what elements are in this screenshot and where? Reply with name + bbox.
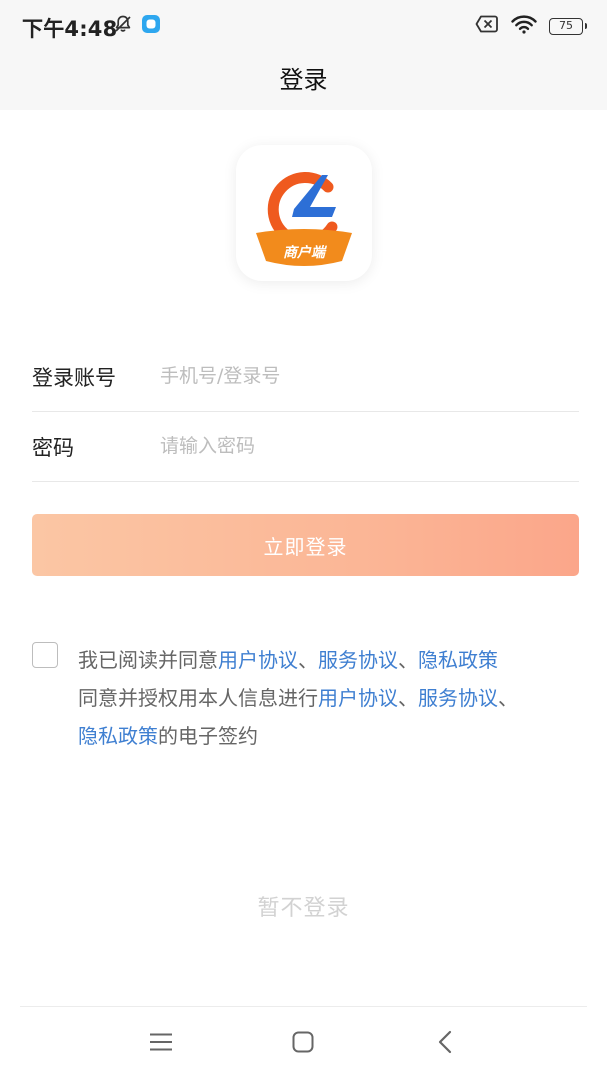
home-button[interactable] <box>283 1027 323 1061</box>
account-row: 登录账号 <box>32 342 579 412</box>
battery-icon: 75 <box>549 17 587 35</box>
app-notification-icon <box>141 14 161 38</box>
battery-level: 75 <box>559 18 573 32</box>
bell-off-icon <box>113 14 133 38</box>
service-agreement-link[interactable]: 服务协议 <box>318 648 398 672</box>
status-icons-right: 75 <box>475 14 587 38</box>
agreement-prefix: 我已阅读并同意 <box>78 648 218 672</box>
privacy-policy-link[interactable]: 隐私政策 <box>418 648 498 672</box>
password-row: 密码 <box>32 412 579 482</box>
back-button[interactable] <box>425 1027 465 1061</box>
service-agreement-link-2[interactable]: 服务协议 <box>418 686 498 710</box>
user-agreement-link[interactable]: 用户协议 <box>218 648 298 672</box>
password-input[interactable] <box>160 426 570 466</box>
agreement-text: 我已阅读并同意用户协议、服务协议、隐私政策 同意并授权用本人信息进行用户协议、服务… <box>78 641 578 755</box>
agreement-checkbox[interactable] <box>32 642 58 668</box>
agreement-separator: 、 <box>498 686 518 710</box>
privacy-policy-link-2[interactable]: 隐私政策 <box>78 724 158 748</box>
home-square-icon <box>292 1031 314 1057</box>
password-label: 密码 <box>32 436 74 460</box>
wifi-icon <box>511 14 537 38</box>
page-title: 登录 <box>279 66 328 94</box>
merchant-logo-icon: 商户端 <box>256 172 352 266</box>
agreement-separator: 、 <box>398 648 418 672</box>
status-icons-left <box>113 14 161 38</box>
agreement-separator: 、 <box>298 648 318 672</box>
agreement-suffix: 的电子签约 <box>158 724 258 748</box>
status-time: 下午4:48 <box>22 17 118 41</box>
menu-icon <box>149 1032 173 1056</box>
agreement-separator: 、 <box>398 686 418 710</box>
user-agreement-link-2[interactable]: 用户协议 <box>318 686 398 710</box>
navigation-bar <box>0 1007 607 1080</box>
skip-login-button[interactable]: 暂不登录 <box>0 890 607 922</box>
no-sim-icon <box>475 15 499 37</box>
chevron-left-icon <box>438 1030 452 1058</box>
app-logo: 商户端 <box>236 145 372 281</box>
menu-button[interactable] <box>141 1027 181 1061</box>
top-bar: 下午4:48 75 登录 <box>0 0 607 110</box>
login-screen: 下午4:48 75 登录 商户端 登录账号 手机号/登录号 密码 立即登录 我已… <box>0 0 607 1080</box>
login-button[interactable]: 立即登录 <box>32 514 579 576</box>
agreement-middle: 同意并授权用本人信息进行 <box>78 686 318 710</box>
account-input[interactable] <box>160 356 570 396</box>
logo-caption: 商户端 <box>283 244 328 261</box>
account-label: 登录账号 <box>32 366 116 390</box>
